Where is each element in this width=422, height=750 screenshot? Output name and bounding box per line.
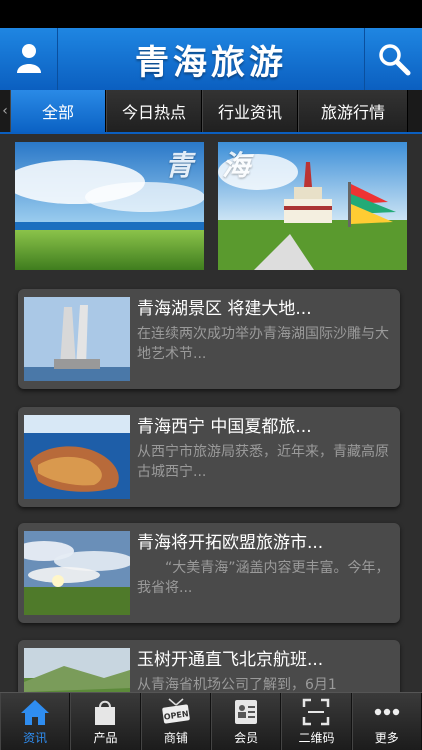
search-button[interactable] — [364, 28, 422, 90]
banner: 青 海 — [0, 134, 422, 270]
nav-products-label: 产品 — [93, 731, 118, 745]
category-tabs: ‹ 全部 今日热点 行业资讯 旅游行情 — [0, 90, 422, 134]
search-icon — [378, 44, 410, 76]
article-thumbnail — [24, 648, 130, 692]
home-icon — [21, 700, 50, 725]
article-summary: 从青海省机场公司了解到，6月1 — [137, 677, 337, 692]
tab-industry-news[interactable]: 行业资讯 — [202, 90, 298, 132]
article-title: 玉树开通直飞北京航班... — [137, 650, 324, 670]
bottom-nav: 资讯 产品 OPEN 商铺 会员 二维码 更多 — [0, 692, 422, 750]
article-summary: 在连续两次成功举办青海湖国际沙雕与大地艺术节... — [137, 326, 389, 362]
tab-travel-market[interactable]: 旅游行情 — [298, 90, 408, 132]
banner-image-stupa[interactable]: 海 — [218, 142, 407, 270]
qr-scan-icon — [303, 698, 330, 726]
article-title: 青海将开拓欧盟旅游市... — [137, 533, 324, 553]
tab-today-hot[interactable]: 今日热点 — [106, 90, 202, 132]
status-bar — [0, 0, 422, 28]
nav-shops-label: 商铺 — [163, 731, 188, 745]
content-area[interactable]: 青 海 青海湖景区 将建大地... 在连续两次成功举办青海湖国际沙雕与大地艺术节… — [0, 134, 422, 692]
bag-icon — [95, 700, 116, 725]
article-title: 青海湖景区 将建大地... — [137, 299, 312, 319]
nav-more[interactable]: 更多 — [351, 693, 422, 750]
nav-news-label: 资讯 — [23, 731, 48, 745]
user-icon — [16, 44, 41, 73]
more-icon — [374, 708, 399, 716]
article-card[interactable]: 青海湖景区 将建大地... 在连续两次成功举办青海湖国际沙雕与大地艺术节... — [18, 289, 400, 389]
article-summary: 从西宁市旅游局获悉，近年来，青藏高原古城西宁... — [137, 444, 389, 480]
member-card-icon — [235, 700, 258, 724]
nav-qrcode-label: 二维码 — [298, 731, 335, 745]
nav-qrcode[interactable]: 二维码 — [281, 693, 352, 750]
article-thumbnail — [24, 415, 130, 499]
article-title: 青海西宁 中国夏都旅... — [137, 417, 312, 437]
article-card[interactable]: 青海将开拓欧盟旅游市... “大美青海”涵盖内容更丰富。今年，我省将... — [18, 523, 400, 623]
nav-more-label: 更多 — [374, 731, 399, 745]
article-summary: “大美青海”涵盖内容更丰富。今年，我省将... — [137, 560, 390, 596]
nav-shops[interactable]: OPEN 商铺 — [140, 693, 211, 750]
article-thumbnail — [24, 531, 130, 615]
banner-char-left: 青 — [165, 149, 194, 182]
article-card[interactable]: 青海西宁 中国夏都旅... 从西宁市旅游局获悉，近年来，青藏高原古城西宁... — [18, 407, 400, 507]
article-card[interactable]: 玉树开通直飞北京航班... 从青海省机场公司了解到，6月1 — [18, 640, 400, 692]
nav-news[interactable]: 资讯 — [0, 693, 71, 750]
page-title: 青海旅游 — [135, 42, 287, 83]
banner-char-right: 海 — [222, 149, 251, 182]
nav-members[interactable]: 会员 — [210, 693, 282, 750]
tab-all[interactable]: 全部 — [10, 90, 106, 132]
banner-image-lake[interactable]: 青 — [15, 142, 204, 270]
app-header: 青海旅游 — [0, 28, 422, 90]
article-thumbnail — [24, 297, 130, 381]
user-button[interactable] — [0, 28, 58, 90]
chevron-left-icon[interactable]: ‹ — [0, 90, 10, 132]
nav-members-label: 会员 — [234, 731, 259, 745]
nav-products[interactable]: 产品 — [70, 693, 141, 750]
shop-sign-icon: OPEN — [162, 698, 190, 724]
